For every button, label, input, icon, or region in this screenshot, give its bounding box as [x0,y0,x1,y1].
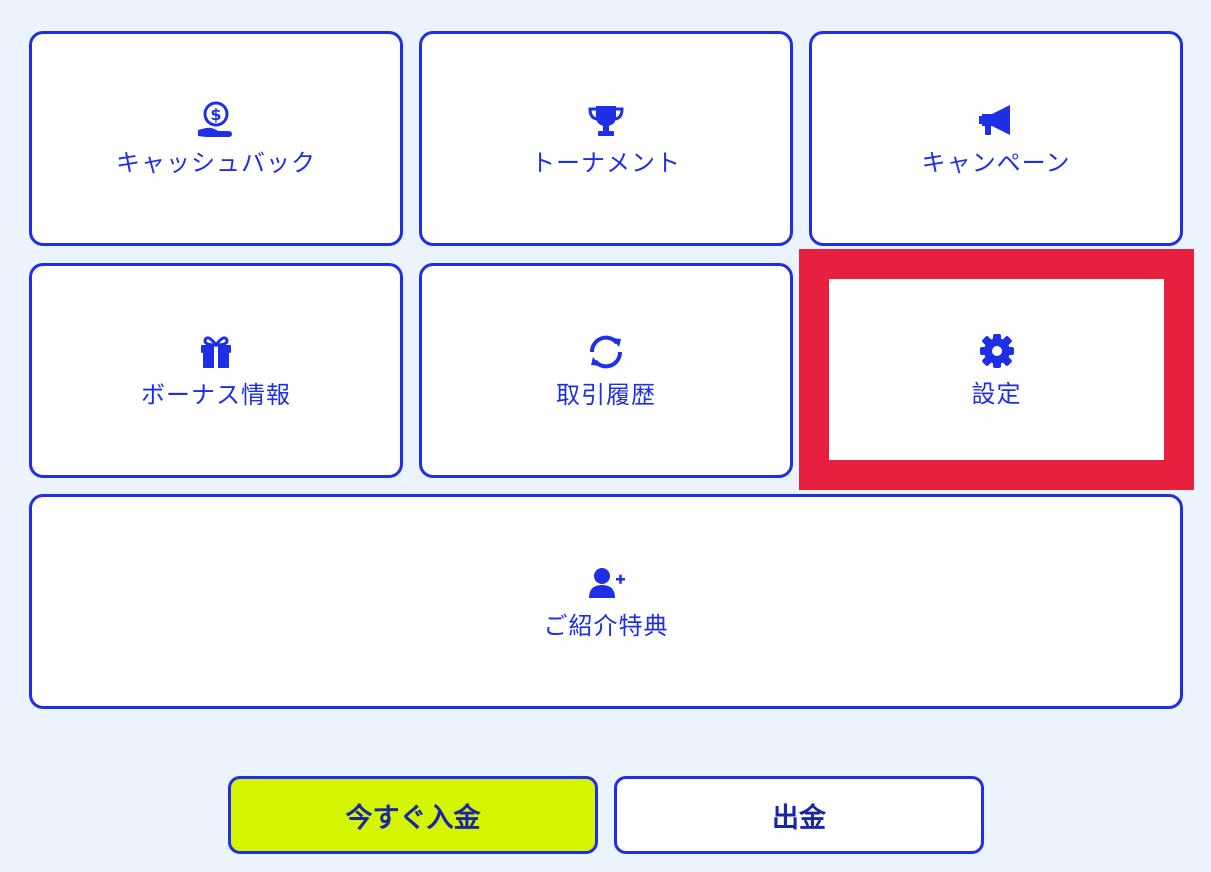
gift-icon [194,330,238,374]
cashback-hand-icon: $ [194,98,238,142]
referral-tile[interactable]: ご紹介特典 [29,494,1183,709]
campaign-tile[interactable]: キャンペーン [809,31,1183,246]
transaction-history-tile[interactable]: 取引履歴 [419,263,793,478]
referral-label: ご紹介特典 [543,611,669,640]
withdraw-label: 出金 [772,802,826,834]
trophy-icon [584,98,628,142]
transaction-history-label: 取引履歴 [556,380,656,409]
deposit-now-button[interactable]: 今すぐ入金 [228,776,598,854]
megaphone-icon [974,98,1018,142]
cashback-label: キャッシュバック [116,148,316,177]
bonus-info-label: ボーナス情報 [141,380,291,409]
tournament-label: トーナメント [531,148,681,177]
deposit-now-label: 今すぐ入金 [345,802,481,834]
settings-tile[interactable]: 設定 [829,279,1164,460]
campaign-label: キャンペーン [921,148,1071,177]
gear-icon [975,329,1019,373]
settings-label: 設定 [971,379,1022,408]
withdraw-button[interactable]: 出金 [614,776,984,854]
cashback-tile[interactable]: $ キャッシュバック [29,31,403,246]
svg-text:$: $ [210,105,221,124]
add-user-icon [584,561,628,605]
bonus-info-tile[interactable]: ボーナス情報 [29,263,403,478]
refresh-icon [584,330,628,374]
tournament-tile[interactable]: トーナメント [419,31,793,246]
